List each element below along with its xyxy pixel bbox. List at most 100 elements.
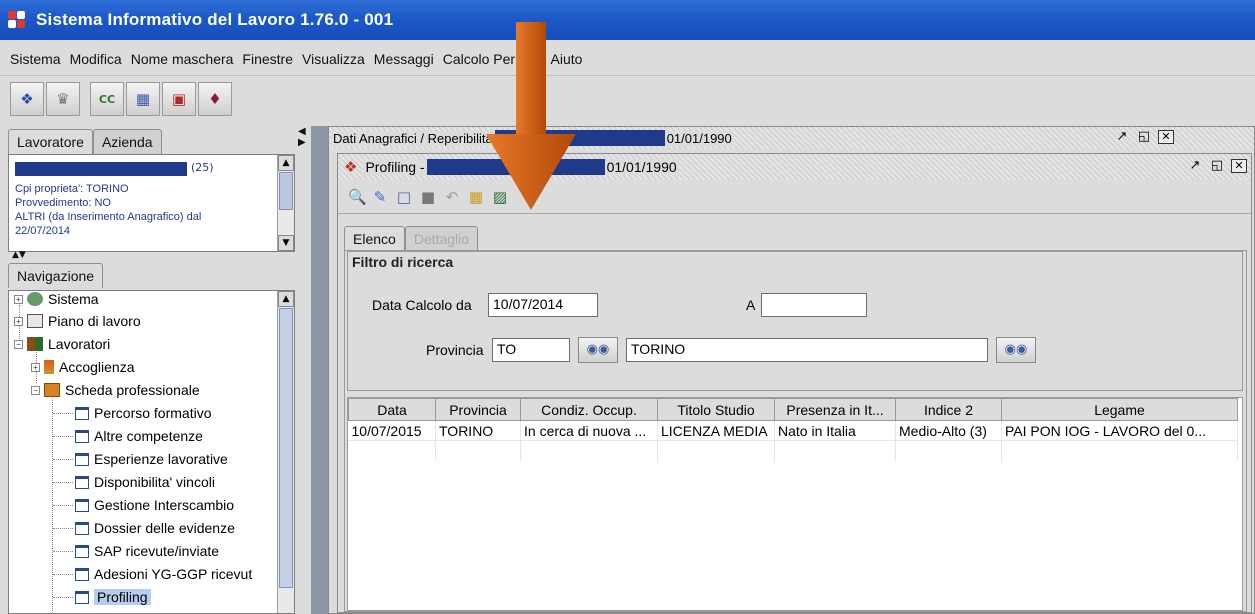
cell-titolo-studio: LICENZA MEDIA [657,420,775,441]
cell-presenza: Nato in Italia [774,420,896,441]
page-icon [75,498,89,512]
menu-sistema[interactable]: Sistema [10,51,61,67]
cc-icon[interactable]: CC [90,82,124,116]
restore-icon[interactable]: ↗ [1187,159,1203,173]
tree-scrollbar[interactable]: ▲ [277,291,294,613]
info-provvedimento: Provvedimento: NO [15,197,111,209]
tree-item-sistema[interactable]: + Sistema [14,291,99,307]
person-icon [44,360,54,374]
scroll-down-icon[interactable]: ▼ [278,235,294,251]
document-transfer-icon[interactable]: ▦ [126,82,160,116]
worker-info-box: (25) Cpi proprieta': TORINO Provvediment… [8,154,295,252]
window-title: Sistema Informativo del Lavoro 1.76.0 - … [36,10,394,29]
gears-icon [27,292,43,306]
info-scrollbar[interactable]: ▲ ▼ [277,155,294,251]
expand-icon[interactable]: + [31,362,40,372]
dati-anagrafici-header[interactable]: Dati Anagrafici / Reperibilita 01/01/199… [329,127,1254,149]
tab-lavoratore[interactable]: Lavoratore [8,129,93,154]
expand-icon[interactable]: + [14,294,23,304]
dati-anagrafici-date: 01/01/1990 [664,130,734,146]
close-icon[interactable]: ✕ [1231,159,1247,173]
col-header-indice2[interactable]: Indice 2 [895,398,1002,421]
profiling-header[interactable]: ❖ Profiling - 01/01/1990 ↗ ◱ ✕ [338,154,1251,180]
data-calcolo-input[interactable]: 10/07/2014 [488,293,598,317]
provincia-name-input[interactable]: TORINO [626,338,988,362]
scroll-thumb[interactable] [279,172,293,210]
new-document-icon[interactable]: □ [396,189,412,205]
edit-icon[interactable]: ✎ [372,189,388,205]
search-provincia-code-button[interactable]: ◉◉ [578,337,618,363]
search-icon[interactable]: 🔍 [348,189,367,205]
book-icon[interactable]: ♦ [198,82,232,116]
tab-navigazione[interactable]: Navigazione [8,263,104,288]
cell-provincia: TORINO [435,420,521,441]
people-icon[interactable]: ♛ [46,82,80,116]
panel-splitter[interactable]: ◀ ▶ [297,126,309,614]
tree-item-lavoratori[interactable]: − Lavoratori [14,336,110,352]
col-header-legame[interactable]: Legame [1001,398,1238,421]
page-icon [75,590,89,604]
maximize-icon[interactable]: ◱ [1209,159,1225,173]
calendar-icon[interactable]: ▣ [162,82,196,116]
collapse-icon[interactable]: − [31,385,40,395]
tree-item-piano-lavoro[interactable]: + Piano di lavoro [14,313,141,329]
cell-condiz-occup: In cerca di nuova ... [520,420,658,441]
provincia-code-input[interactable]: TO [492,338,570,362]
close-icon[interactable]: ✕ [1158,130,1174,144]
col-header-presenza[interactable]: Presenza in It... [774,398,896,421]
search-provincia-name-button[interactable]: ◉◉ [996,337,1036,363]
tree-item-disponibilita-vincoli[interactable]: Disponibilita' vincoli [75,474,215,490]
maximize-icon[interactable]: ◱ [1136,130,1152,144]
collapse-icon[interactable]: − [14,339,23,349]
scroll-up-icon[interactable]: ▲ [278,291,294,307]
page-icon [75,475,89,489]
menu-messaggi[interactable]: Messaggi [374,51,434,67]
menu-modifica[interactable]: Modifica [70,51,122,67]
app-icon [8,11,28,29]
restore-icon[interactable]: ↗ [1114,130,1130,144]
menu-finestre[interactable]: Finestre [242,51,293,67]
results-grid: Data Provincia Condiz. Occup. Titolo Stu… [347,397,1243,611]
tree-item-gestione-interscambio[interactable]: Gestione Interscambio [75,497,234,513]
tree-item-accoglienza[interactable]: + Accoglienza [31,359,135,375]
tree-item-profiling[interactable]: Profiling [75,589,151,605]
cell-data: 10/07/2015 [348,420,436,441]
profiling-title: Profiling - [363,159,427,175]
tree-item-sap-ricevute[interactable]: SAP ricevute/inviate [75,543,219,559]
tab-elenco[interactable]: Elenco [344,226,405,251]
split-arrows-icon[interactable]: ▲▼ [12,250,26,260]
menu-nome-maschera[interactable]: Nome maschera [131,51,234,67]
undo-icon: ↶ [445,187,459,206]
calculate-icon[interactable]: ▦ [468,189,484,205]
menu-visualizza[interactable]: Visualizza [302,51,365,67]
left-panel: Lavoratore Azienda (25) Cpi proprieta': … [8,126,295,614]
scroll-up-icon[interactable]: ▲ [278,155,294,171]
info-cpi: Cpi proprieta': TORINO [15,183,129,195]
redacted-name-bar [15,162,187,176]
tab-azienda[interactable]: Azienda [92,129,162,154]
col-header-provincia[interactable]: Provincia [435,398,521,421]
tree-item-scheda-professionale[interactable]: − Scheda professionale [31,382,200,398]
title-bar: Sistema Informativo del Lavoro 1.76.0 - … [0,0,1255,40]
expand-right-icon[interactable]: ▶ [298,137,309,148]
binoculars-icon: ◉◉ [586,342,610,357]
col-header-data[interactable]: Data [348,398,436,421]
tree-item-altre-competenze[interactable]: Altre competenze [75,428,203,444]
a-date-input[interactable] [761,293,867,317]
page-icon [75,567,89,581]
puzzle-icon[interactable]: ❖ [10,82,44,116]
table-row[interactable]: 10/07/2015 TORINO In cerca di nuova ... … [348,420,1238,441]
expand-icon[interactable]: + [14,316,23,326]
col-header-condiz-occup[interactable]: Condiz. Occup. [520,398,658,421]
tree-item-dossier-evidenze[interactable]: Dossier delle evidenze [75,520,235,536]
profiling-window: ❖ Profiling - 01/01/1990 ↗ ◱ ✕ 🔍 ✎ □ ■ ↶… [337,153,1252,613]
grid-header-row: Data Provincia Condiz. Occup. Titolo Stu… [348,398,1238,421]
save-icon: ■ [420,187,436,206]
tree-item-percorso-formativo[interactable]: Percorso formativo [75,405,211,421]
tree-item-esperienze-lavorative[interactable]: Esperienze lavorative [75,451,228,467]
col-header-titolo-studio[interactable]: Titolo Studio [657,398,775,421]
collapse-left-icon[interactable]: ◀ [298,126,309,137]
dati-anagrafici-window: Dati Anagrafici / Reperibilita 01/01/199… [328,126,1255,614]
tree-item-adesioni-yg[interactable]: Adesioni YG-GGP ricevut [75,566,252,582]
scroll-thumb[interactable] [279,308,293,588]
